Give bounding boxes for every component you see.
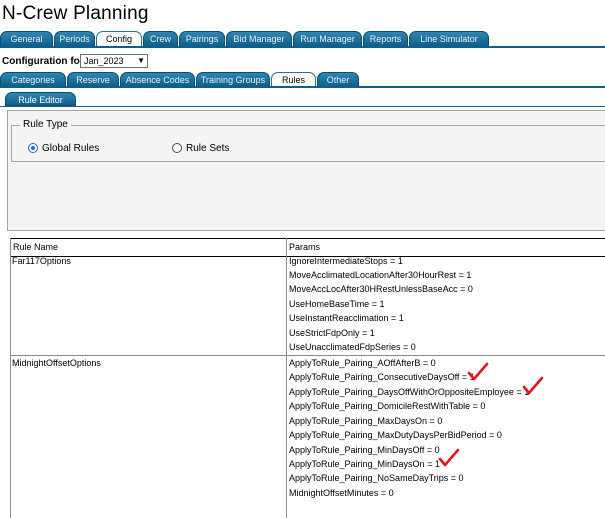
param-cell: IgnoreIntermediateStops = 1 xyxy=(289,256,403,266)
param-cell: ApplyToRule_Pairing_AOffAfterB = 0 xyxy=(289,358,436,368)
tab-rules[interactable]: Rules xyxy=(271,72,316,86)
param-cell: UseStrictFdpOnly = 1 xyxy=(289,328,375,338)
rule-type-fieldset: Rule Type Global Rules Rule Sets xyxy=(11,119,605,162)
param-cell: ApplyToRule_Pairing_DomicileRestWithTabl… xyxy=(289,401,486,411)
param-cell: MidnightOffsetMinutes = 0 xyxy=(289,488,394,498)
row-separator xyxy=(11,355,605,356)
config-select[interactable]: Jan_2023 ▼ xyxy=(80,54,148,68)
radio-rule-sets[interactable]: Rule Sets xyxy=(172,143,242,155)
rule-name-cell: Far117Options xyxy=(12,256,71,266)
tab-categories[interactable]: Categories xyxy=(0,72,66,86)
main-tab-bar: General Periods Config Crew Pairings Bid… xyxy=(0,31,605,46)
radio-global-rules-label: Global Rules xyxy=(42,143,100,154)
tab-other[interactable]: Other xyxy=(317,72,359,86)
header-params: Params xyxy=(289,242,321,252)
rule-editor-strip xyxy=(0,106,605,107)
radio-rule-sets-dot[interactable] xyxy=(172,143,182,153)
tab-pairings[interactable]: Pairings xyxy=(179,31,225,46)
param-cell: ApplyToRule_Pairing_ConsecutiveDaysOff =… xyxy=(289,372,475,382)
rule-type-legend: Rule Type xyxy=(20,119,71,130)
param-cell: ApplyToRule_Pairing_MinDaysOn = 1 xyxy=(289,459,440,469)
param-cell: MoveAccLocAfter30HRestUnlessBaseAcc = 0 xyxy=(289,284,473,294)
grid-header: Rule Name Params xyxy=(11,238,605,257)
param-cell: ApplyToRule_Pairing_NoSameDayTrips = 0 xyxy=(289,473,464,483)
header-rule-name: Rule Name xyxy=(13,242,59,252)
rules-grid: Rule Name Params Far117Options IgnoreInt… xyxy=(10,238,605,518)
tab-reserve[interactable]: Reserve xyxy=(67,72,119,86)
tab-absence-codes[interactable]: Absence Codes xyxy=(120,72,195,86)
radio-rule-sets-label: Rule Sets xyxy=(186,143,230,154)
tab-general[interactable]: General xyxy=(0,31,53,46)
param-cell: MoveAcclimatedLocationAfter30HourRest = … xyxy=(289,270,472,280)
sub-tab-bar: Categories Reserve Absence Codes Trainin… xyxy=(0,72,605,86)
config-label: Configuration for xyxy=(2,56,84,67)
checkmark-icon xyxy=(438,448,460,467)
tab-rule-editor[interactable]: Rule Editor xyxy=(5,92,76,106)
param-cell: ApplyToRule_Pairing_MaxDaysOn = 0 xyxy=(289,416,443,426)
param-cell: ApplyToRule_Pairing_MaxDutyDaysPerBidPer… xyxy=(289,430,502,440)
main-tab-strip xyxy=(0,46,605,48)
tab-line-simulator[interactable]: Line Simulator xyxy=(409,31,489,46)
checkmark-icon xyxy=(467,362,489,381)
param-cell: ApplyToRule_Pairing_MinDaysOff = 0 xyxy=(289,445,440,455)
tab-bid-manager[interactable]: Bid Manager xyxy=(226,31,292,46)
param-cell: UseHomeBaseTime = 1 xyxy=(289,299,385,309)
tab-reports[interactable]: Reports xyxy=(363,31,408,46)
param-cell: UseInstantReacclimation = 1 xyxy=(289,313,404,323)
tab-crew[interactable]: Crew xyxy=(143,31,178,46)
tab-training-groups[interactable]: Training Groups xyxy=(196,72,270,86)
sub-tab-strip xyxy=(0,86,605,88)
radio-global-rules[interactable]: Global Rules xyxy=(28,143,118,155)
param-cell: UseUnacclimatedFdpSeries = 0 xyxy=(289,342,416,352)
chevron-down-icon: ▼ xyxy=(137,56,145,65)
rule-name-cell: MidnightOffsetOptions xyxy=(12,358,101,368)
tab-run-manager[interactable]: Run Manager xyxy=(293,31,362,46)
tab-config[interactable]: Config xyxy=(96,31,142,46)
tab-periods[interactable]: Periods xyxy=(54,31,95,46)
radio-global-rules-dot[interactable] xyxy=(28,143,38,153)
app-title: N-Crew Planning xyxy=(2,3,149,24)
rule-type-panel: Rule Type Global Rules Rule Sets xyxy=(7,110,605,231)
config-select-value: Jan_2023 xyxy=(84,56,124,66)
checkmark-icon xyxy=(522,376,544,395)
column-separator xyxy=(286,238,287,518)
param-cell: ApplyToRule_Pairing_DaysOffWithOrOpposit… xyxy=(289,387,530,397)
